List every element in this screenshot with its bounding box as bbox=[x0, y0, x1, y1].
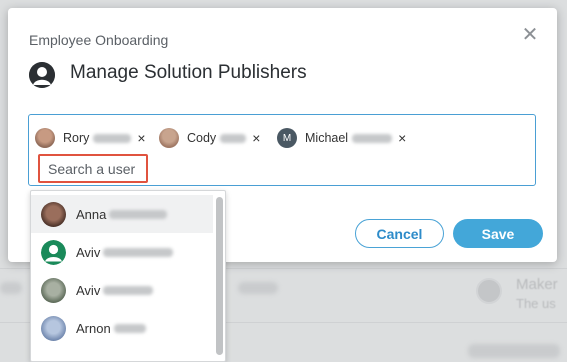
user-first-name: Arnon bbox=[76, 320, 111, 336]
selected-user-chip: Cody × bbox=[159, 127, 260, 149]
list-item[interactable]: Arnon bbox=[31, 309, 213, 347]
chip-name: Cody bbox=[187, 131, 217, 145]
background-text: The us bbox=[516, 296, 556, 311]
user-icon bbox=[29, 62, 55, 88]
redacted-surname bbox=[103, 247, 174, 257]
remove-chip-icon[interactable]: × bbox=[398, 131, 406, 145]
avatar bbox=[41, 277, 66, 303]
cancel-button[interactable]: Cancel bbox=[355, 219, 444, 248]
user-first-name: Anna bbox=[76, 206, 107, 222]
selected-user-chip: M Michael × bbox=[277, 127, 406, 149]
background-text: Maker bbox=[516, 276, 558, 293]
list-item[interactable]: Aviv bbox=[31, 233, 213, 271]
modal-subtitle: Employee Onboarding bbox=[29, 32, 169, 48]
redacted-surname bbox=[103, 285, 154, 295]
close-icon[interactable]: ✕ bbox=[521, 25, 539, 45]
publisher-tag-input[interactable]: Rory × Cody × M Michael × bbox=[28, 114, 536, 186]
background-blur bbox=[0, 282, 22, 294]
background-avatar bbox=[476, 278, 502, 304]
modal-title: Manage Solution Publishers bbox=[70, 62, 307, 83]
avatar bbox=[35, 128, 55, 148]
default-user-icon bbox=[41, 239, 66, 265]
user-suggestion-dropdown: Anna Aviv Aviv Arnon bbox=[30, 190, 226, 362]
avatar bbox=[41, 201, 66, 227]
scrollbar-thumb[interactable] bbox=[216, 197, 223, 355]
list-item[interactable]: Anna bbox=[31, 195, 213, 233]
save-button[interactable]: Save bbox=[453, 219, 543, 248]
background-blur bbox=[238, 282, 278, 294]
avatar bbox=[41, 315, 66, 341]
avatar bbox=[159, 128, 179, 148]
selected-user-chip: Rory × bbox=[35, 127, 146, 149]
background-blur bbox=[468, 344, 560, 358]
user-first-name: Aviv bbox=[76, 244, 101, 260]
redacted-surname bbox=[93, 133, 132, 143]
list-item[interactable]: Aviv bbox=[31, 271, 213, 309]
remove-chip-icon[interactable]: × bbox=[252, 131, 260, 145]
redacted-surname bbox=[109, 209, 168, 219]
chip-name: Rory bbox=[63, 131, 90, 145]
redacted-surname bbox=[352, 133, 393, 143]
remove-chip-icon[interactable]: × bbox=[137, 131, 145, 145]
search-user-input[interactable] bbox=[38, 154, 148, 183]
avatar: M bbox=[277, 128, 297, 148]
redacted-surname bbox=[113, 323, 146, 333]
redacted-surname bbox=[220, 133, 247, 143]
chip-name: Michael bbox=[305, 131, 349, 145]
user-first-name: Aviv bbox=[76, 282, 101, 298]
